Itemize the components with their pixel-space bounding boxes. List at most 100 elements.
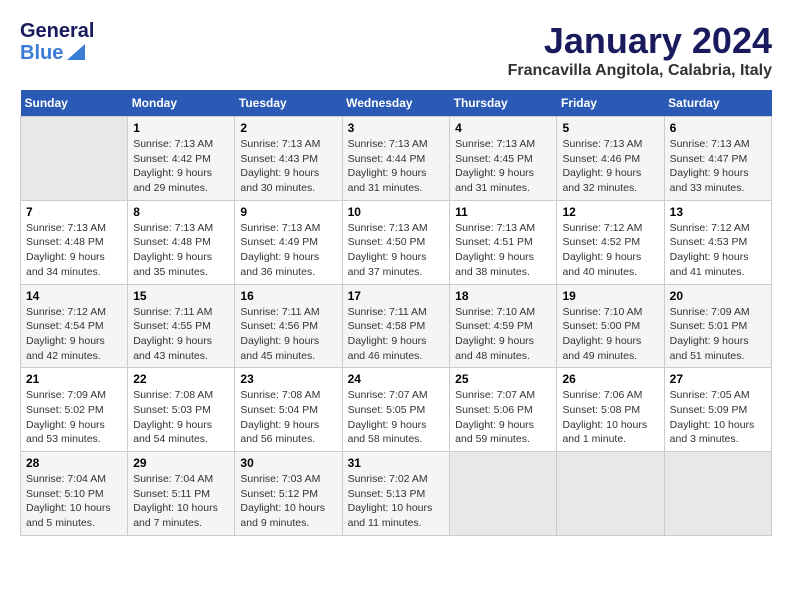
day-info: Sunrise: 7:13 AMSunset: 4:43 PMDaylight:…	[240, 137, 336, 196]
calendar-cell: 6 Sunrise: 7:13 AMSunset: 4:47 PMDaylight…	[664, 117, 771, 201]
day-info: Sunrise: 7:07 AMSunset: 5:06 PMDaylight:…	[455, 388, 551, 447]
calendar-cell	[21, 117, 128, 201]
day-info: Sunrise: 7:13 AMSunset: 4:51 PMDaylight:…	[455, 221, 551, 280]
calendar-cell: 2 Sunrise: 7:13 AMSunset: 4:43 PMDaylight…	[235, 117, 342, 201]
day-number: 11	[455, 205, 551, 219]
day-number: 21	[26, 372, 122, 386]
day-number: 18	[455, 289, 551, 303]
calendar-cell: 25 Sunrise: 7:07 AMSunset: 5:06 PMDayligh…	[450, 368, 557, 452]
calendar-cell	[664, 452, 771, 536]
day-number: 14	[26, 289, 122, 303]
calendar-cell: 22Sunrise: 7:08 AMSunset: 5:03 PMDayligh…	[128, 368, 235, 452]
calendar-cell: 1 Sunrise: 7:13 AMSunset: 4:42 PMDaylight…	[128, 117, 235, 201]
day-info: Sunrise: 7:10 AMSunset: 4:59 PMDaylight:…	[455, 305, 551, 364]
day-number: 9	[240, 205, 336, 219]
weekday-header-sunday: Sunday	[21, 90, 128, 117]
week-row-5: 28Sunrise: 7:04 AMSunset: 5:10 PMDayligh…	[21, 452, 772, 536]
day-number: 12	[562, 205, 658, 219]
day-number: 8	[133, 205, 229, 219]
day-info: Sunrise: 7:06 AMSunset: 5:08 PMDaylight:…	[562, 388, 658, 447]
day-number: 4	[455, 121, 551, 135]
day-info: Sunrise: 7:09 AMSunset: 5:02 PMDaylight:…	[26, 388, 122, 447]
weekday-header-row: SundayMondayTuesdayWednesdayThursdayFrid…	[21, 90, 772, 117]
calendar-cell: 10 Sunrise: 7:13 AMSunset: 4:50 PMDayligh…	[342, 200, 450, 284]
day-info: Sunrise: 7:08 AMSunset: 5:04 PMDaylight:…	[240, 388, 336, 447]
calendar-cell: 23 Sunrise: 7:08 AMSunset: 5:04 PMDayligh…	[235, 368, 342, 452]
calendar-cell	[557, 452, 664, 536]
day-number: 31	[348, 456, 445, 470]
day-info: Sunrise: 7:04 AMSunset: 5:11 PMDaylight:…	[133, 472, 229, 531]
calendar-cell: 3 Sunrise: 7:13 AMSunset: 4:44 PMDaylight…	[342, 117, 450, 201]
day-info: Sunrise: 7:13 AMSunset: 4:49 PMDaylight:…	[240, 221, 336, 280]
day-info: Sunrise: 7:11 AMSunset: 4:58 PMDaylight:…	[348, 305, 445, 364]
calendar-cell: 13 Sunrise: 7:12 AMSunset: 4:53 PMDayligh…	[664, 200, 771, 284]
day-number: 2	[240, 121, 336, 135]
day-info: Sunrise: 7:13 AMSunset: 4:42 PMDaylight:…	[133, 137, 229, 196]
day-info: Sunrise: 7:11 AMSunset: 4:55 PMDaylight:…	[133, 305, 229, 364]
day-info: Sunrise: 7:12 AMSunset: 4:53 PMDaylight:…	[670, 221, 766, 280]
day-number: 1	[133, 121, 229, 135]
day-number: 24	[348, 372, 445, 386]
logo-blue-text: Blue	[20, 43, 63, 63]
day-info: Sunrise: 7:13 AMSunset: 4:48 PMDaylight:…	[133, 221, 229, 280]
location-title: Francavilla Angitola, Calabria, Italy	[508, 62, 772, 80]
calendar-cell: 19Sunrise: 7:10 AMSunset: 5:00 PMDayligh…	[557, 284, 664, 368]
day-number: 10	[348, 205, 445, 219]
weekday-header-tuesday: Tuesday	[235, 90, 342, 117]
calendar-cell: 9 Sunrise: 7:13 AMSunset: 4:49 PMDaylight…	[235, 200, 342, 284]
day-number: 3	[348, 121, 445, 135]
weekday-header-monday: Monday	[128, 90, 235, 117]
day-info: Sunrise: 7:07 AMSunset: 5:05 PMDaylight:…	[348, 388, 445, 447]
day-number: 13	[670, 205, 766, 219]
day-number: 20	[670, 289, 766, 303]
day-info: Sunrise: 7:13 AMSunset: 4:44 PMDaylight:…	[348, 137, 445, 196]
calendar-cell: 24 Sunrise: 7:07 AMSunset: 5:05 PMDayligh…	[342, 368, 450, 452]
day-info: Sunrise: 7:13 AMSunset: 4:47 PMDaylight:…	[670, 137, 766, 196]
day-number: 23	[240, 372, 336, 386]
day-info: Sunrise: 7:13 AMSunset: 4:46 PMDaylight:…	[562, 137, 658, 196]
calendar-cell: 15 Sunrise: 7:11 AMSunset: 4:55 PMDayligh…	[128, 284, 235, 368]
day-info: Sunrise: 7:12 AMSunset: 4:54 PMDaylight:…	[26, 305, 122, 364]
calendar-table: SundayMondayTuesdayWednesdayThursdayFrid…	[20, 90, 772, 536]
day-info: Sunrise: 7:10 AMSunset: 5:00 PMDaylight:…	[562, 305, 658, 364]
calendar-cell: 14 Sunrise: 7:12 AMSunset: 4:54 PMDayligh…	[21, 284, 128, 368]
day-info: Sunrise: 7:11 AMSunset: 4:56 PMDaylight:…	[240, 305, 336, 364]
weekday-header-wednesday: Wednesday	[342, 90, 450, 117]
logo: General Blue	[20, 20, 110, 70]
calendar-cell: 17 Sunrise: 7:11 AMSunset: 4:58 PMDayligh…	[342, 284, 450, 368]
calendar-cell: 27Sunrise: 7:05 AMSunset: 5:09 PMDayligh…	[664, 368, 771, 452]
day-number: 27	[670, 372, 766, 386]
day-info: Sunrise: 7:13 AMSunset: 4:50 PMDaylight:…	[348, 221, 445, 280]
calendar-cell: 16 Sunrise: 7:11 AMSunset: 4:56 PMDayligh…	[235, 284, 342, 368]
calendar-cell: 5Sunrise: 7:13 AMSunset: 4:46 PMDaylight…	[557, 117, 664, 201]
calendar-cell: 7Sunrise: 7:13 AMSunset: 4:48 PMDaylight…	[21, 200, 128, 284]
month-title: January 2024	[508, 20, 772, 62]
day-number: 17	[348, 289, 445, 303]
calendar-cell: 26 Sunrise: 7:06 AMSunset: 5:08 PMDayligh…	[557, 368, 664, 452]
day-info: Sunrise: 7:09 AMSunset: 5:01 PMDaylight:…	[670, 305, 766, 364]
calendar-cell	[450, 452, 557, 536]
calendar-cell: 30Sunrise: 7:03 AMSunset: 5:12 PMDayligh…	[235, 452, 342, 536]
day-number: 25	[455, 372, 551, 386]
day-number: 15	[133, 289, 229, 303]
day-number: 16	[240, 289, 336, 303]
title-section: January 2024 Francavilla Angitola, Calab…	[508, 20, 772, 80]
day-info: Sunrise: 7:08 AMSunset: 5:03 PMDaylight:…	[133, 388, 229, 447]
weekday-header-friday: Friday	[557, 90, 664, 117]
day-number: 29	[133, 456, 229, 470]
logo-triangle-icon	[65, 40, 87, 62]
calendar-cell: 21 Sunrise: 7:09 AMSunset: 5:02 PMDayligh…	[21, 368, 128, 452]
week-row-1: 1 Sunrise: 7:13 AMSunset: 4:42 PMDaylight…	[21, 117, 772, 201]
calendar-cell: 12 Sunrise: 7:12 AMSunset: 4:52 PMDayligh…	[557, 200, 664, 284]
calendar-cell: 4Sunrise: 7:13 AMSunset: 4:45 PMDaylight…	[450, 117, 557, 201]
day-number: 6	[670, 121, 766, 135]
calendar-cell: 29 Sunrise: 7:04 AMSunset: 5:11 PMDayligh…	[128, 452, 235, 536]
calendar-cell: 11 Sunrise: 7:13 AMSunset: 4:51 PMDayligh…	[450, 200, 557, 284]
day-number: 26	[562, 372, 658, 386]
day-number: 7	[26, 205, 122, 219]
day-info: Sunrise: 7:12 AMSunset: 4:52 PMDaylight:…	[562, 221, 658, 280]
calendar-cell: 18 Sunrise: 7:10 AMSunset: 4:59 PMDayligh…	[450, 284, 557, 368]
page-header: General Blue January 2024 Francavilla An…	[20, 20, 772, 80]
calendar-cell: 28Sunrise: 7:04 AMSunset: 5:10 PMDayligh…	[21, 452, 128, 536]
weekday-header-thursday: Thursday	[450, 90, 557, 117]
